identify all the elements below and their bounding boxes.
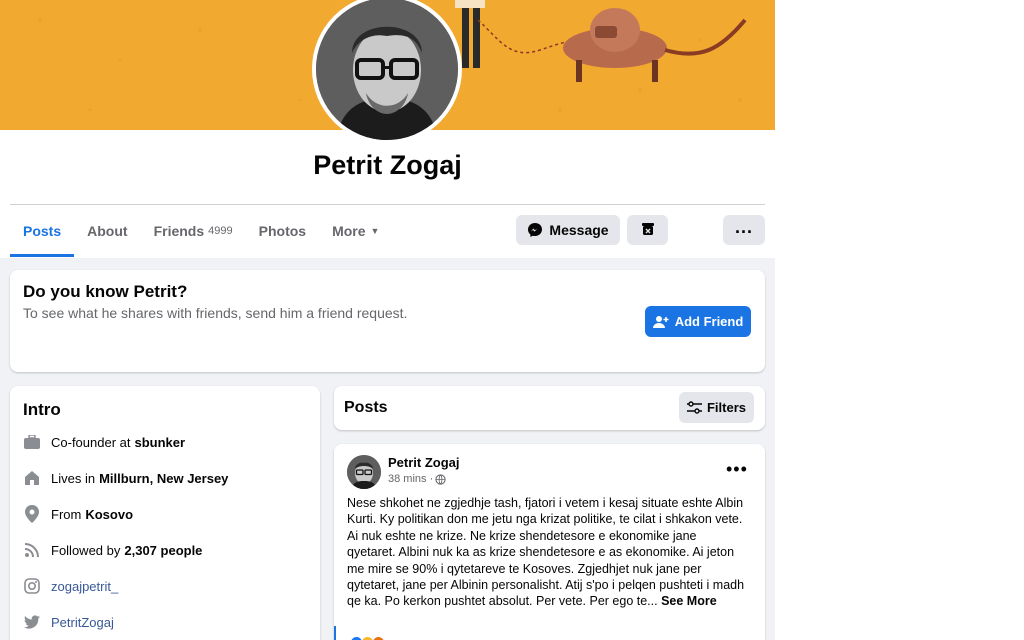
profile-header: Petrit Zogaj Posts About Friends 4999 Pho… [0, 0, 775, 258]
feed-indicator [334, 626, 336, 640]
know-card-title: Do you know Petrit? [23, 282, 188, 301]
caret-down-icon: ▼ [370, 226, 380, 236]
more-dots-icon: ... [734, 217, 753, 237]
friends-count: 4999 [208, 225, 233, 237]
tab-friends[interactable]: Friends 4999 [141, 205, 246, 257]
tab-posts[interactable]: Posts [10, 205, 75, 257]
message-button-label: Message [549, 222, 609, 238]
post-time[interactable]: 38 mins · [388, 473, 433, 485]
intro-from: From Kosovo [23, 504, 133, 524]
post-card: Petrit Zogaj 38 mins · ••• Nese shkohet … [334, 444, 765, 640]
home-icon [23, 469, 41, 487]
intro-title: Intro [23, 400, 61, 419]
intro-lives: Lives in Millburn, New Jersey [23, 468, 228, 488]
profile-name: Petrit Zogaj [313, 150, 462, 180]
intro-work: Co-founder at sbunker [23, 432, 185, 452]
lives-place[interactable]: Millburn, New Jersey [99, 471, 228, 486]
location-pin-icon [23, 505, 41, 523]
intro-followers: Followed by 2,307 people [23, 540, 202, 560]
rss-icon [23, 541, 41, 559]
profile-avatar[interactable] [312, 0, 462, 144]
see-more-link[interactable]: See More [661, 594, 717, 608]
tab-more[interactable]: More ▼ [319, 205, 392, 257]
avatar-portrait [316, 0, 458, 140]
instagram-icon [23, 577, 41, 595]
post-author-name[interactable]: Petrit Zogaj [388, 455, 460, 470]
tab-more-label: More [332, 223, 366, 239]
more-options-button[interactable]: ... [723, 215, 765, 245]
twitter-icon [23, 613, 41, 631]
lives-prefix: Lives in [51, 470, 96, 486]
facebook-profile-page: Petrit Zogaj Posts About Friends 4999 Pho… [0, 0, 1024, 640]
messenger-icon [527, 222, 543, 238]
profile-tabs: Posts About Friends 4999 Photos More ▼ [10, 205, 392, 257]
work-place[interactable]: sbunker [135, 435, 186, 450]
post-options-icon[interactable]: ••• [726, 460, 748, 478]
twitter-link[interactable]: PetritZogaj [51, 615, 114, 630]
post-text: Nese shkohet ne zgjedhje tash, fjatori i… [347, 496, 745, 609]
globe-icon [435, 473, 446, 485]
tab-photos-label: Photos [258, 223, 307, 239]
know-card-subtitle: To see what he shares with friends, send… [23, 305, 408, 321]
followed-prefix: Followed by [51, 542, 121, 558]
tab-photos[interactable]: Photos [246, 205, 319, 257]
tab-about-label: About [87, 223, 128, 239]
filters-button[interactable]: Filters [679, 392, 754, 423]
instagram-link[interactable]: zogajpetrit_ [51, 579, 118, 594]
angry-reaction-icon [372, 636, 385, 640]
from-place[interactable]: Kosovo [85, 507, 133, 522]
post-author-avatar[interactable] [347, 455, 381, 489]
add-friend-button[interactable]: Add Friend [645, 306, 751, 337]
friend-request-card: Do you know Petrit? To see what he share… [10, 270, 765, 372]
posts-title: Posts [344, 399, 388, 416]
posts-header-card: Posts Filters [334, 386, 765, 430]
work-prefix: Co-founder at [51, 434, 131, 450]
briefcase-icon [23, 433, 41, 451]
avatar-photo [316, 0, 458, 140]
intro-twitter: PetritZogaj [23, 612, 114, 632]
add-person-icon [652, 315, 669, 328]
intro-card: Intro Co-founder at sbunker Lives in Mil… [10, 386, 320, 640]
follow-button[interactable] [627, 215, 668, 245]
message-button[interactable]: Message [516, 215, 620, 245]
avatar-thumbnail [347, 455, 381, 489]
reaction-icons[interactable] [350, 636, 385, 640]
tab-about[interactable]: About [74, 205, 140, 257]
blank-region [775, 0, 1024, 640]
tab-friends-label: Friends [153, 223, 205, 239]
from-prefix: From [51, 506, 82, 522]
filters-icon [686, 401, 702, 414]
filters-label: Filters [706, 400, 746, 415]
intro-instagram: zogajpetrit_ [23, 576, 118, 596]
tab-posts-label: Posts [23, 223, 62, 239]
post-meta: 38 mins · [388, 473, 446, 485]
add-friend-label: Add Friend [674, 314, 744, 329]
post-body: Nese shkohet ne zgjedhje tash, fjatori i… [347, 495, 747, 610]
followed-count[interactable]: 2,307 people [124, 543, 202, 558]
box-icon [640, 221, 656, 240]
